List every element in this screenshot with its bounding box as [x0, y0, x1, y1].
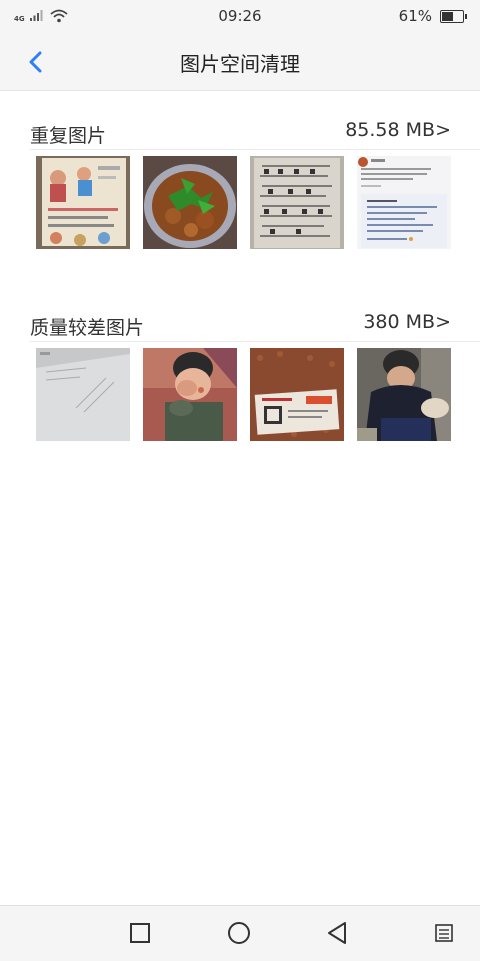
photo-document-paper[interactable] [36, 348, 130, 441]
battery-level [442, 11, 453, 21]
photo-child-covering-face[interactable] [143, 348, 237, 441]
photo-food-cilantro[interactable] [143, 156, 237, 249]
status-right: 61% [398, 7, 467, 25]
section-header[interactable]: 重复图片 85.58 MB> [30, 113, 480, 150]
main-content: 重复图片 85.58 MB> 质量较差图片 380 MB> [0, 91, 480, 905]
system-nav-bar [0, 905, 480, 961]
section-title: 质量较差图片 [30, 317, 145, 339]
triangle-back-icon [328, 922, 346, 944]
photo-chat-screenshot[interactable] [357, 156, 451, 249]
section-duplicate-photos: 重复图片 85.58 MB> [0, 113, 480, 249]
section-size-link[interactable]: 380 MB> [363, 311, 451, 333]
photo-worksheet-book[interactable] [36, 156, 130, 249]
section-header[interactable]: 质量较差图片 380 MB> [30, 305, 480, 342]
battery-percent: 61% [398, 7, 432, 25]
page-title: 图片空间清理 [180, 52, 300, 76]
photo-handwritten-page[interactable] [250, 156, 344, 249]
thumbnail-row [0, 156, 480, 249]
section-title: 重复图片 [30, 125, 107, 147]
photo-child-sitting[interactable] [357, 348, 451, 441]
nav-back-button[interactable] [323, 918, 353, 948]
menu-icon [435, 924, 453, 942]
recent-apps-button[interactable] [125, 918, 155, 948]
thumbnail-row [0, 348, 480, 441]
section-poor-quality-photos: 质量较差图片 380 MB> [0, 305, 480, 441]
menu-button[interactable] [430, 918, 460, 948]
section-size-link[interactable]: 85.58 MB> [345, 119, 451, 141]
circle-icon [228, 922, 250, 944]
home-button[interactable] [224, 918, 254, 948]
square-icon [130, 923, 150, 943]
photo-package-label[interactable] [250, 348, 344, 441]
battery-icon [440, 9, 467, 23]
status-bar: 4G 09:26 61% [0, 0, 480, 34]
app-header: 图片空间清理 [0, 34, 480, 91]
